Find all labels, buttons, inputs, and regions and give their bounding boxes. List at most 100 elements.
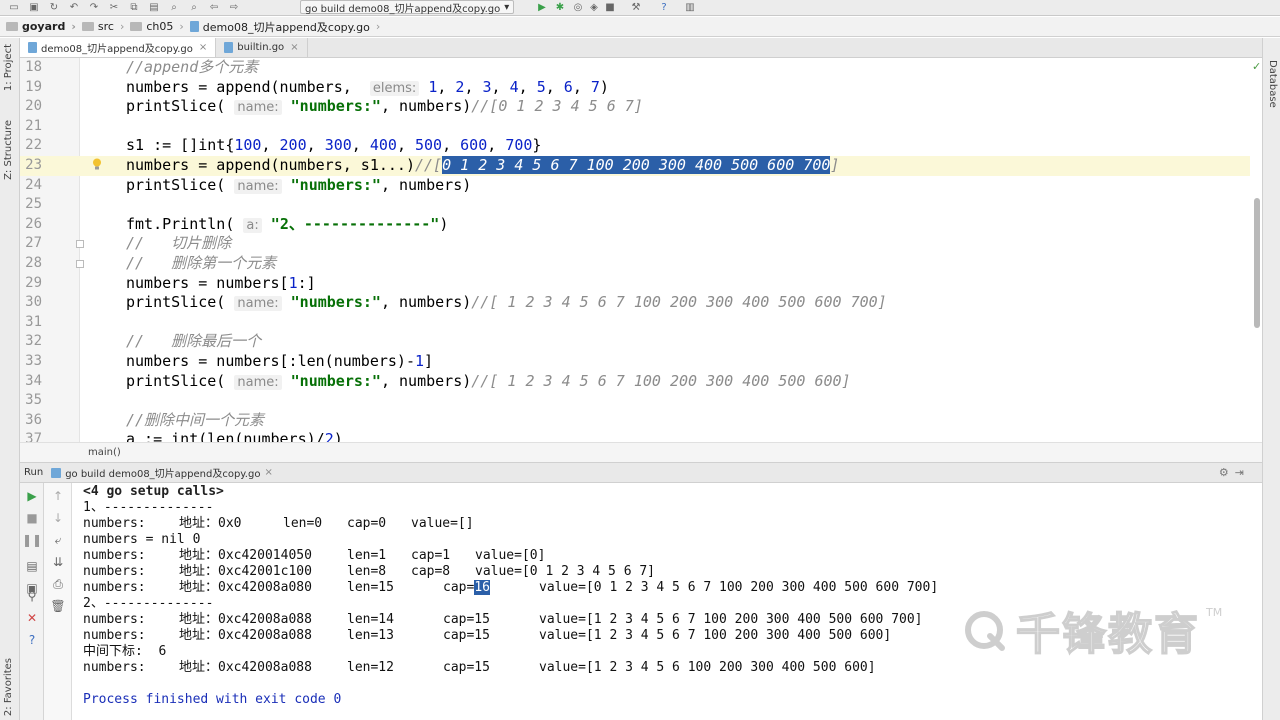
replace-icon[interactable]: ⌕ — [188, 2, 200, 14]
breadcrumb-item[interactable]: src › — [81, 20, 125, 33]
code-line[interactable]: 26 fmt.Println( a: "2、--------------") — [20, 215, 1250, 235]
open-folder-icon[interactable]: ▭ — [8, 2, 20, 14]
intention-bulb-icon[interactable] — [92, 158, 102, 170]
code-line[interactable]: 20 printSlice( name: "numbers:", numbers)… — [20, 97, 1250, 117]
console-field: numbers: — [83, 564, 146, 579]
folder-icon — [81, 22, 94, 31]
editor-breadcrumb[interactable]: main() — [20, 442, 1262, 463]
arrow-up-icon[interactable]: ↑ — [51, 489, 65, 503]
console-field: numbers: — [83, 628, 146, 643]
fold-marker-icon[interactable] — [76, 260, 84, 268]
console-field: cap=8 — [411, 564, 451, 579]
fold-marker-icon[interactable] — [76, 240, 84, 249]
code-text: numbers = numbers[1:] — [126, 274, 316, 294]
code-line[interactable]: 19 numbers = append(numbers, elems: 1, 2,… — [20, 78, 1250, 98]
tab-demo08[interactable]: demo08_切片append及copy.go × — [20, 38, 217, 57]
code-line[interactable]: 37 a := int(len(numbers)/2) — [20, 430, 1250, 442]
run-icon[interactable]: ▶ — [536, 2, 548, 14]
code-line[interactable]: 30 printSlice( name: "numbers:", numbers)… — [20, 293, 1250, 313]
code-line[interactable]: 22 s1 := []int{100, 200, 300, 400, 500, 6… — [20, 136, 1250, 156]
trash-icon[interactable]: 🗑 — [50, 599, 65, 613]
debug-icon[interactable]: ✱ — [554, 2, 566, 14]
chevron-down-icon: ▾ — [504, 1, 510, 13]
rerun-icon[interactable]: ▶ — [25, 489, 39, 503]
code-token: s1 := []int{ — [126, 136, 235, 155]
chevron-right-icon: › — [119, 20, 125, 33]
database-tool-button[interactable]: Database — [1267, 60, 1278, 108]
favorites-tool-button[interactable]: 2: Favorites — [3, 658, 14, 716]
code-line[interactable]: 36 //删除中间一个元素 — [20, 411, 1250, 431]
help-icon[interactable]: ? — [658, 2, 670, 14]
code-token: //[0 1 2 3 4 5 6 7] — [471, 97, 643, 116]
code-token: //append多个元素 — [126, 58, 259, 76]
wrench-icon[interactable]: ⚒ — [630, 2, 642, 14]
code-line[interactable]: 23 numbers = append(numbers, s1...)//[0 1… — [20, 156, 1250, 176]
forward-icon[interactable]: ⇨ — [228, 2, 240, 14]
profile-icon[interactable]: ◈ — [588, 2, 600, 14]
code-token: , — [487, 136, 506, 155]
arrow-down-icon[interactable]: ↓ — [51, 511, 65, 525]
code-line[interactable]: 18 //append多个元素 — [20, 58, 1250, 78]
cut-icon[interactable]: ✂ — [108, 2, 120, 14]
go-file-icon — [51, 467, 62, 478]
run-panel-header: Run go build demo08_切片append及copy.go × ⚙… — [20, 463, 1262, 483]
code-line[interactable]: 27 // 切片删除 — [20, 234, 1250, 254]
close-icon[interactable]: × — [264, 467, 272, 478]
structure-tool-button[interactable]: Z: Structure — [3, 120, 14, 180]
run-configuration-select[interactable]: go build demo08_切片append及copy.go ▾ — [300, 0, 515, 15]
code-token: 100 — [234, 136, 262, 155]
code-line[interactable]: 35 — [20, 391, 1250, 411]
code-token: // 删除最后一个 — [126, 332, 262, 351]
line-number: 29 — [25, 274, 42, 291]
dump-threads-icon[interactable]: ▤ — [25, 559, 39, 573]
code-line[interactable]: 31 — [20, 313, 1250, 333]
code-line[interactable]: 33 numbers = numbers[:len(numbers)-1] — [20, 352, 1250, 372]
stop-icon[interactable]: ■ — [25, 511, 39, 525]
gear-icon[interactable]: ⚙ — [1219, 466, 1235, 479]
scroll-to-end-icon[interactable]: ⇊ — [51, 555, 65, 569]
code-editor[interactable]: 18 //append多个元素 19 numbers = append(numbers… — [20, 58, 1262, 442]
find-icon[interactable]: ⌕ — [168, 2, 180, 14]
sync-icon[interactable]: ↻ — [48, 2, 60, 14]
line-number: 35 — [25, 392, 42, 409]
stop-icon[interactable]: ■ — [604, 2, 616, 14]
breadcrumb-item[interactable]: goyard › — [6, 20, 76, 33]
pin-tab-icon[interactable]: ⚲ — [25, 589, 39, 603]
redo-icon[interactable]: ↷ — [88, 2, 100, 14]
pause-icon[interactable]: ❚❚ — [22, 533, 42, 547]
run-tab[interactable]: go build demo08_切片append及copy.go × — [51, 465, 273, 480]
code-line[interactable]: 21 — [20, 117, 1250, 137]
close-icon[interactable]: × — [290, 42, 298, 53]
hide-panel-icon[interactable]: ⇥ — [1235, 466, 1250, 479]
soft-wrap-icon[interactable]: ⤶ — [51, 533, 65, 547]
coverage-icon[interactable]: ◎ — [572, 2, 584, 14]
breadcrumb-item[interactable]: demo08_切片append及copy.go › — [189, 19, 380, 35]
code-line[interactable]: 25 — [20, 195, 1250, 215]
code-token: // 切片删除 — [126, 234, 232, 253]
code-token: ) — [599, 77, 609, 96]
back-icon[interactable]: ⇦ — [208, 2, 220, 14]
print-icon[interactable]: ⎙ — [51, 577, 65, 591]
undo-icon[interactable]: ↶ — [68, 2, 80, 14]
tab-builtin[interactable]: builtin.go × — [216, 38, 308, 57]
close-run-icon[interactable]: ✕ — [25, 611, 39, 625]
code-token: numbers = numbers[:len(numbers)- — [126, 352, 415, 370]
save-icon[interactable]: ▣ — [28, 2, 40, 14]
code-line[interactable]: 32 // 删除最后一个 — [20, 332, 1250, 352]
code-token: , — [518, 77, 537, 96]
copy-icon[interactable]: ⧉ — [128, 2, 140, 14]
code-line[interactable]: 29 numbers = numbers[1:] — [20, 274, 1250, 294]
help-icon[interactable]: ? — [25, 633, 39, 647]
paste-icon[interactable]: ▤ — [148, 2, 160, 14]
close-icon[interactable]: × — [199, 42, 207, 53]
breadcrumb-item[interactable]: ch05 › — [130, 20, 184, 33]
code-line[interactable]: 28 // 删除第一个元素 — [20, 254, 1250, 274]
console-field: cap=1 — [411, 548, 451, 563]
code-line[interactable]: 34 printSlice( name: "numbers:", numbers)… — [20, 372, 1250, 392]
code-line[interactable]: 24 printSlice( name: "numbers:", numbers) — [20, 176, 1250, 196]
project-tool-button[interactable]: 1: Project — [3, 44, 14, 91]
editor-scrollbar[interactable] — [1254, 198, 1260, 328]
terminal-icon[interactable]: ▥ — [684, 2, 696, 14]
